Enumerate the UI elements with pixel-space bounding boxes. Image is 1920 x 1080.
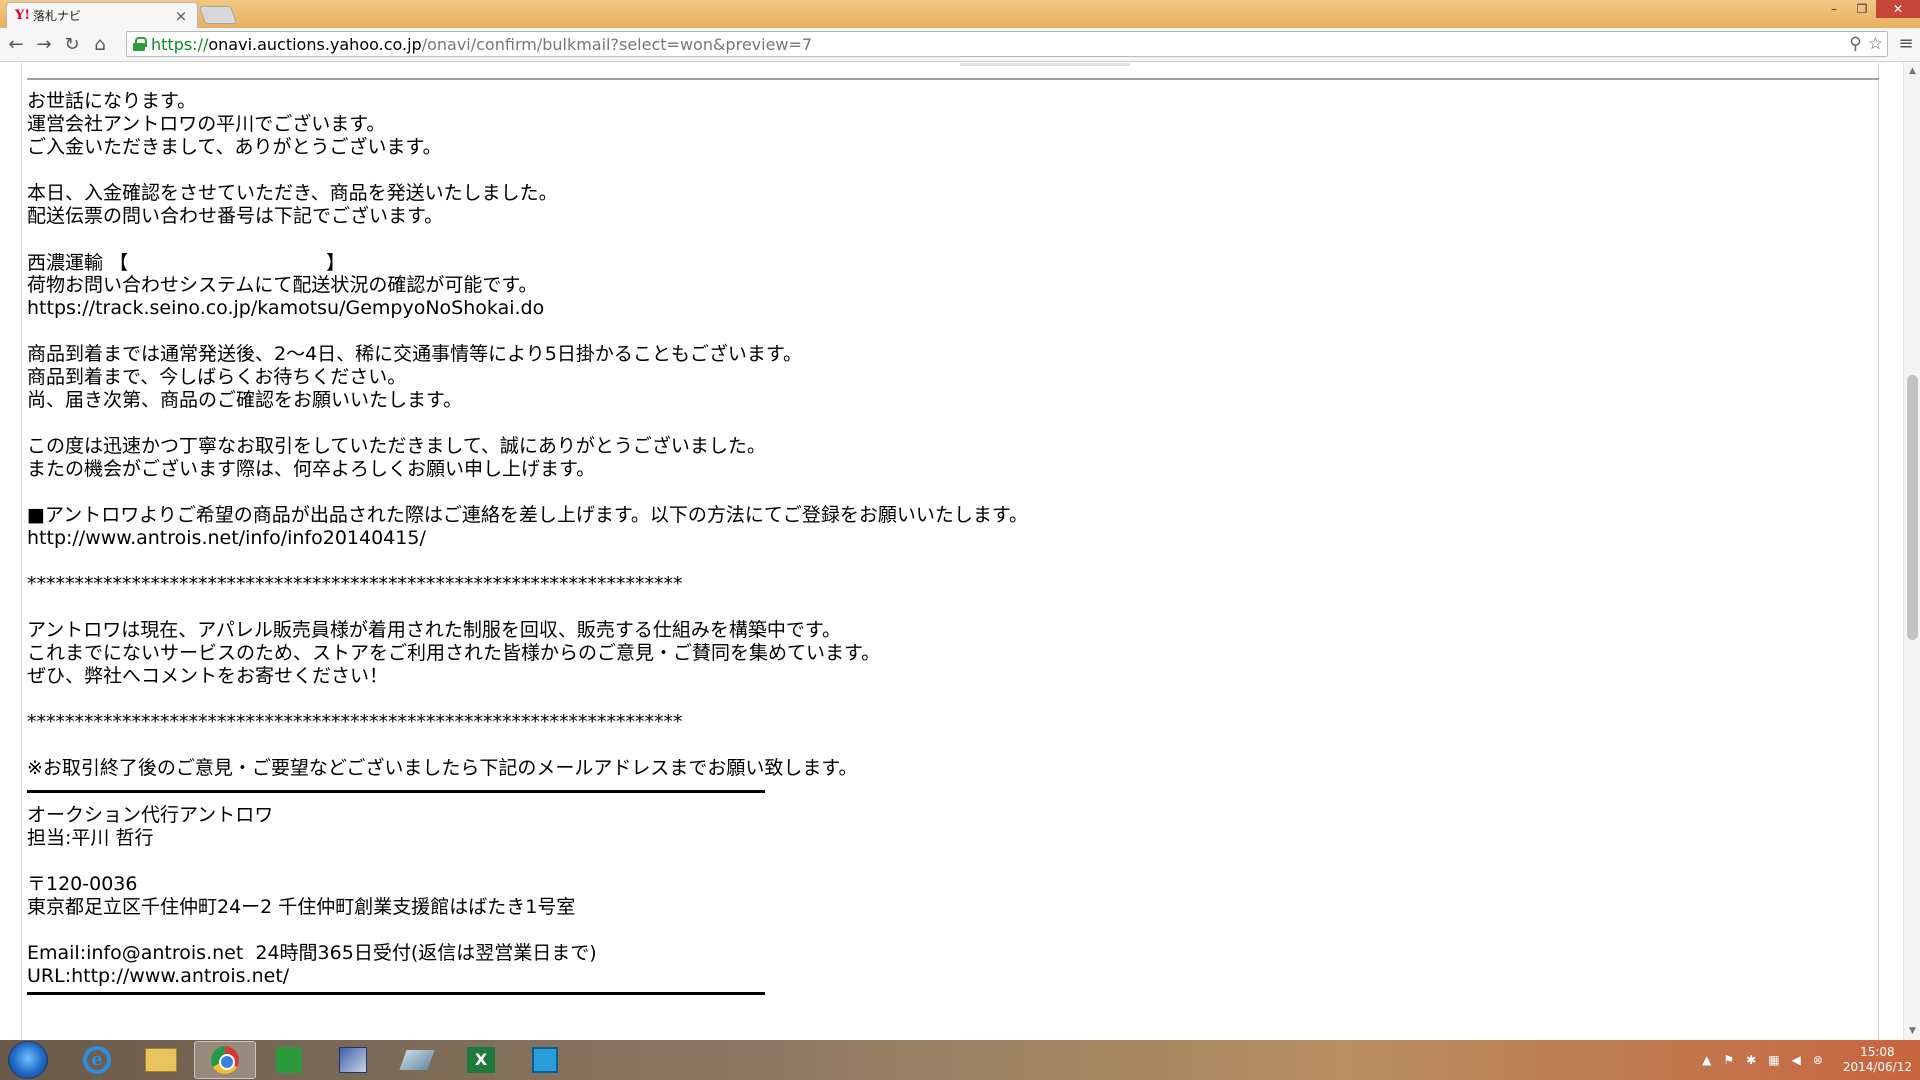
image-editor-icon [339, 1047, 367, 1073]
taskbar-remote[interactable] [514, 1041, 576, 1079]
mail-line: 尚、届き次第、商品のご確認をお願いいたします。 [27, 389, 463, 411]
store-icon [276, 1047, 302, 1073]
search-icon[interactable]: ⚲ [1849, 34, 1861, 54]
url-text[interactable]: https://onavi.auctions.yahoo.co.jp/onavi… [151, 35, 812, 54]
address-bar[interactable]: https://onavi.auctions.yahoo.co.jp/onavi… [126, 31, 1888, 57]
signature-company: オークション代行アントロワ [27, 804, 274, 826]
tab-close-icon[interactable]: × [173, 7, 189, 25]
forward-arrow-icon[interactable]: → [32, 33, 56, 57]
carrier-name: 西濃運輸 [27, 252, 104, 274]
mail-line: 荷物お問い合わせシステムにて配送状況の確認が可能です。 [27, 274, 538, 296]
minimize-button[interactable]: – [1820, 0, 1848, 18]
notice-url: http://www.antrois.net/info/info20140415… [27, 527, 426, 549]
top-divider [27, 78, 1879, 80]
clock-date: 2014/06/12 [1842, 1060, 1912, 1074]
taskbar-explorer[interactable] [130, 1041, 192, 1079]
mail-line: ※お取引終了後のご意見・ご要望などございましたら下記のメールアドレスまでお願い致… [27, 757, 858, 779]
scroll-down-arrow-icon[interactable]: ▼ [1904, 1023, 1920, 1040]
vertical-scrollbar[interactable]: ▲ ▼ [1903, 63, 1920, 1040]
clock[interactable]: 15:08 2014/06/12 [1843, 1045, 1912, 1075]
taskbar-image-app[interactable] [322, 1041, 384, 1079]
mail-line: 本日、入金確認をさせていただき、商品を発送いたしました。 [27, 182, 558, 204]
flag-icon[interactable]: ⚑ [1723, 1053, 1734, 1067]
browser-titlebar: Y! 落札ナビ × – ❐ ✕ [0, 0, 1920, 28]
remote-desktop-icon [532, 1047, 558, 1073]
mail-line: ■アントロワよりご希望の商品が出品された際はご連絡を差し上げます。以下の方法にて… [27, 504, 1029, 526]
signature-divider [27, 992, 765, 995]
tray-expand-icon[interactable]: ▲ [1702, 1053, 1711, 1067]
mail-line: 商品到着まで、今しばらくお待ちください。 [27, 366, 407, 388]
windows-taskbar: e X ▲ ⚑ ✱ ▦ ◀ ⊗ 15:08 2014/06/12 [0, 1040, 1920, 1080]
excel-icon: X [467, 1047, 495, 1073]
chrome-menu-icon[interactable]: ≡ [1898, 34, 1914, 54]
signature-url: URL:http://www.antrois.net/ [27, 965, 290, 987]
mail-line: アントロワは現在、アパレル販売員様が着用された制服を回収、販売する仕組みを構築中… [27, 619, 841, 641]
browser-tab[interactable]: Y! 落札ナビ × [6, 2, 198, 28]
signature-divider [27, 790, 765, 793]
taskbar-internet-explorer[interactable]: e [66, 1041, 128, 1079]
carrier-line: 西濃運輸 【】 [27, 251, 346, 274]
tracking-url: https://track.seino.co.jp/kamotsu/Gempyo… [27, 297, 545, 319]
mail-line: これまでにないサービスのため、ストアをご利用された皆様からのご意見・ご賛同を集め… [27, 642, 881, 664]
tab-title: 落札ナビ [33, 9, 82, 23]
taskbar-pencil-app[interactable] [386, 1041, 448, 1079]
mail-line: 配送伝票の問い合わせ番号は下記でございます。 [27, 205, 444, 227]
scroll-up-arrow-icon[interactable]: ▲ [1904, 63, 1920, 80]
folder-icon [145, 1048, 177, 1072]
star-separator: ****************************************… [27, 711, 683, 733]
page-viewport: お世話になります。 運営会社アントロワの平川でございます。 ご入金いただきまして… [0, 63, 1920, 1040]
reload-icon[interactable]: ↻ [60, 33, 84, 57]
mail-line: またの機会がございます際は、何卒よろしくお願い申し上げます。 [27, 458, 596, 480]
preview-tab-edge [960, 63, 1130, 66]
chrome-icon [211, 1046, 239, 1074]
mail-line: お世話になります。 [27, 90, 197, 112]
mail-line: ご入金いただきまして、ありがとうございます。 [27, 136, 442, 158]
update-icon[interactable]: ✱ [1746, 1053, 1756, 1067]
lock-icon[interactable] [133, 37, 147, 51]
mail-line: ぜひ、弊社へコメントをお寄せください！ [27, 665, 389, 687]
volume-icon[interactable]: ◀ [1792, 1053, 1801, 1067]
signature-postal: 〒120-0036 [27, 873, 138, 895]
tracking-number-redacted [128, 251, 326, 269]
window-close-button[interactable]: ✕ [1876, 0, 1920, 18]
internet-explorer-icon: e [83, 1046, 111, 1074]
pencil-icon [399, 1050, 435, 1070]
mail-line: 運営会社アントロワの平川でございます。 [27, 113, 386, 135]
bookmark-star-icon[interactable]: ☆ [1868, 34, 1883, 54]
mail-preview-body: お世話になります。 運営会社アントロワの平川でございます。 ご入金いただきまして… [27, 90, 1867, 1006]
yahoo-favicon-icon: Y! [15, 8, 30, 23]
restore-button[interactable]: ❐ [1848, 0, 1876, 18]
mail-line: この度は迅速かつ丁寧なお取引をしていただきまして、誠にありがとうございました。 [27, 435, 766, 457]
scroll-thumb[interactable] [1907, 375, 1918, 640]
clock-time: 15:08 [1860, 1045, 1895, 1059]
taskbar-excel[interactable]: X [450, 1041, 512, 1079]
taskbar-chrome[interactable] [194, 1041, 256, 1079]
cancel-icon[interactable]: ⊗ [1813, 1053, 1823, 1067]
start-button[interactable] [8, 1041, 48, 1079]
star-separator: ****************************************… [27, 573, 683, 595]
signature-address: 東京都足立区千住仲町24ー2 千住仲町創業支援館はばたき1号室 [27, 896, 576, 918]
back-arrow-icon[interactable]: ← [4, 33, 28, 57]
home-icon[interactable]: ⌂ [88, 33, 112, 57]
mail-line: 商品到着までは通常発送後、2～4日、稀に交通事情等により5日掛かることもございま… [27, 343, 802, 365]
system-tray: ▲ ⚑ ✱ ▦ ◀ ⊗ 15:08 2014/06/12 [1696, 1040, 1920, 1080]
window-controls: – ❐ ✕ [1820, 0, 1920, 20]
taskbar-store[interactable] [258, 1041, 320, 1079]
browser-toolbar: ← → ↻ ⌂ https://onavi.auctions.yahoo.co.… [0, 28, 1920, 62]
signature-email: Email:info@antrois.net 24時間365日受付(返信は翌営業… [27, 942, 597, 964]
network-icon[interactable]: ▦ [1768, 1053, 1779, 1067]
signature-person: 担当:平川 哲行 [27, 827, 154, 849]
new-tab-button[interactable] [198, 6, 238, 24]
